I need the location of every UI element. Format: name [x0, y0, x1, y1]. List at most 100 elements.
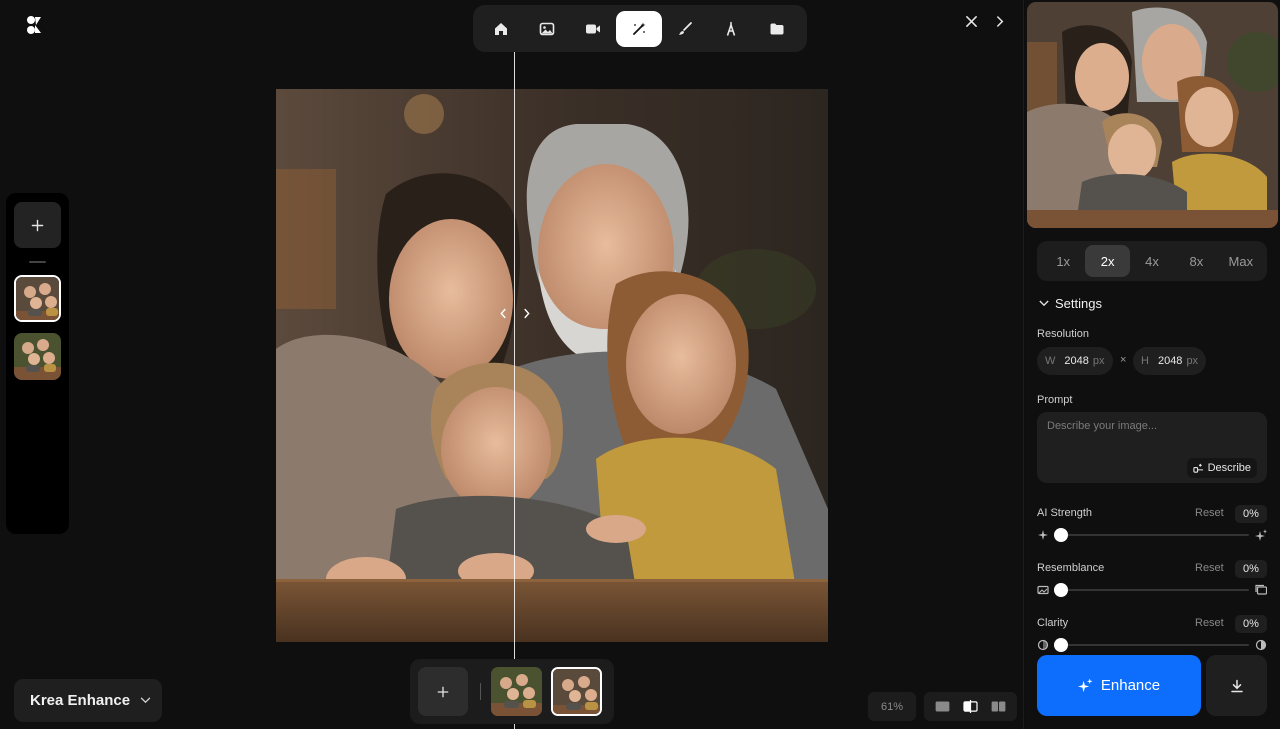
close-icon — [965, 15, 977, 27]
chevron-right-icon — [524, 308, 530, 318]
plus-icon — [437, 686, 449, 697]
resemblance-value[interactable]: 0% — [1235, 560, 1267, 578]
clarity-reset[interactable]: Reset — [1195, 617, 1224, 629]
image-tool-button[interactable] — [524, 11, 570, 47]
home-tool-button[interactable] — [478, 11, 524, 47]
resemblance-knob[interactable] — [1054, 583, 1068, 597]
contrast-high-icon — [1255, 639, 1267, 651]
height-field[interactable]: H 2048 px — [1133, 347, 1207, 375]
assets-tool-button[interactable] — [754, 11, 800, 47]
resemblance-slider — [1037, 583, 1267, 597]
enhance-tool-button[interactable] — [616, 10, 662, 47]
enhance-wand-icon — [633, 22, 646, 35]
scale-option-4x[interactable]: 4x — [1130, 245, 1174, 277]
resemblance-reset[interactable]: Reset — [1195, 562, 1224, 574]
prompt-label: Prompt — [1037, 394, 1073, 406]
output-preview — [1027, 2, 1278, 228]
sparkles-icon — [1077, 678, 1093, 693]
describe-label: Describe — [1207, 462, 1251, 474]
resemblance-header: Resemblance Reset 0% — [1037, 560, 1267, 578]
compare-divider[interactable] — [514, 52, 515, 729]
width-value: 2048 — [1064, 355, 1089, 367]
download-button[interactable] — [1206, 655, 1267, 716]
resemblance-label: Resemblance — [1037, 562, 1105, 574]
resolution-label: Resolution — [1037, 328, 1089, 340]
chevron-down-icon — [1039, 300, 1049, 307]
scale-option-1x[interactable]: 1x — [1041, 245, 1085, 277]
rail-add-button[interactable] — [14, 202, 61, 248]
krea-logo-icon[interactable] — [24, 14, 46, 36]
krea-enhance-app: Krea Enhance 61% 1x 2x 4x 8x Max Setting… — [0, 0, 1280, 729]
view-side-by-side-button[interactable] — [987, 697, 1011, 717]
filmstrip-divider — [480, 683, 481, 700]
history-rail — [6, 193, 69, 534]
zoom-level[interactable]: 61% — [868, 692, 916, 721]
edit-tool-button[interactable] — [662, 11, 708, 47]
main-image — [276, 89, 828, 642]
chevron-right-icon — [996, 15, 1003, 27]
resolution-separator: × — [1120, 354, 1127, 366]
filmstrip-thumbnail-selected[interactable] — [551, 667, 602, 716]
folder-icon — [770, 23, 784, 34]
enhance-button[interactable]: Enhance — [1037, 655, 1201, 716]
image-filmstrip — [410, 659, 614, 724]
filmstrip-thumbnail[interactable] — [491, 667, 542, 716]
download-icon — [1230, 679, 1243, 692]
height-key: H — [1141, 355, 1149, 367]
rail-thumbnail[interactable] — [14, 333, 61, 380]
side-by-side-icon — [991, 701, 1006, 712]
ai-strength-knob[interactable] — [1054, 528, 1068, 542]
chevron-down-icon — [140, 697, 151, 704]
scale-option-max[interactable]: Max — [1219, 245, 1263, 277]
view-compare-button[interactable] — [958, 697, 982, 717]
height-value: 2048 — [1157, 355, 1183, 367]
model-selector[interactable]: Krea Enhance — [14, 679, 162, 722]
clarity-label: Clarity — [1037, 617, 1069, 629]
enhance-label: Enhance — [1100, 677, 1161, 694]
scale-option-2x[interactable]: 2x — [1085, 245, 1130, 277]
upscale-factor-selector: 1x 2x 4x 8x Max — [1037, 241, 1267, 281]
video-icon — [586, 24, 600, 33]
ai-strength-value[interactable]: 0% — [1235, 505, 1267, 523]
ai-strength-header: AI Strength Reset 0% — [1037, 505, 1267, 523]
rail-thumbnail-selected[interactable] — [14, 275, 61, 322]
view-mode-switcher — [924, 692, 1017, 721]
brush-icon — [679, 21, 692, 35]
rail-divider — [29, 261, 46, 263]
train-tool-button[interactable] — [708, 11, 754, 47]
contrast-low-icon — [1037, 639, 1049, 651]
resemblance-track[interactable] — [1057, 589, 1249, 591]
describe-icon — [1192, 463, 1203, 473]
clarity-slider — [1037, 638, 1267, 652]
prompt-input[interactable] — [1047, 420, 1247, 432]
settings-toggle[interactable]: Settings — [1039, 296, 1102, 311]
ai-strength-slider — [1037, 528, 1267, 542]
video-tool-button[interactable] — [570, 11, 616, 47]
compare-handle[interactable] — [500, 304, 530, 322]
view-single-button[interactable] — [930, 697, 954, 717]
width-unit: px — [1092, 355, 1105, 367]
filmstrip-add-button[interactable] — [418, 667, 468, 716]
clarity-knob[interactable] — [1054, 638, 1068, 652]
single-view-icon — [935, 701, 950, 712]
width-field[interactable]: W 2048 px — [1037, 347, 1113, 375]
width-key: W — [1045, 355, 1056, 367]
describe-button[interactable]: Describe — [1186, 458, 1257, 478]
ai-strength-reset[interactable]: Reset — [1195, 507, 1224, 519]
prompt-box: Describe — [1037, 412, 1267, 483]
settings-heading: Settings — [1055, 296, 1102, 311]
enhance-settings-panel: 1x 2x 4x 8x Max Settings Resolution W 20… — [1025, 0, 1280, 729]
collapse-panel-button[interactable] — [992, 10, 1008, 32]
home-icon — [495, 22, 507, 35]
scale-option-8x[interactable]: 8x — [1174, 245, 1218, 277]
close-button[interactable] — [962, 10, 980, 32]
ai-strength-track[interactable] — [1057, 534, 1249, 536]
image-icon — [539, 22, 555, 35]
tool-switcher — [473, 5, 807, 52]
ai-strength-label: AI Strength — [1037, 507, 1093, 519]
canvas-area: Krea Enhance 61% — [0, 0, 1024, 729]
clarity-header: Clarity Reset 0% — [1037, 615, 1267, 633]
clarity-value[interactable]: 0% — [1235, 615, 1267, 633]
compare-view-icon — [963, 700, 978, 713]
clarity-track[interactable] — [1057, 644, 1249, 646]
